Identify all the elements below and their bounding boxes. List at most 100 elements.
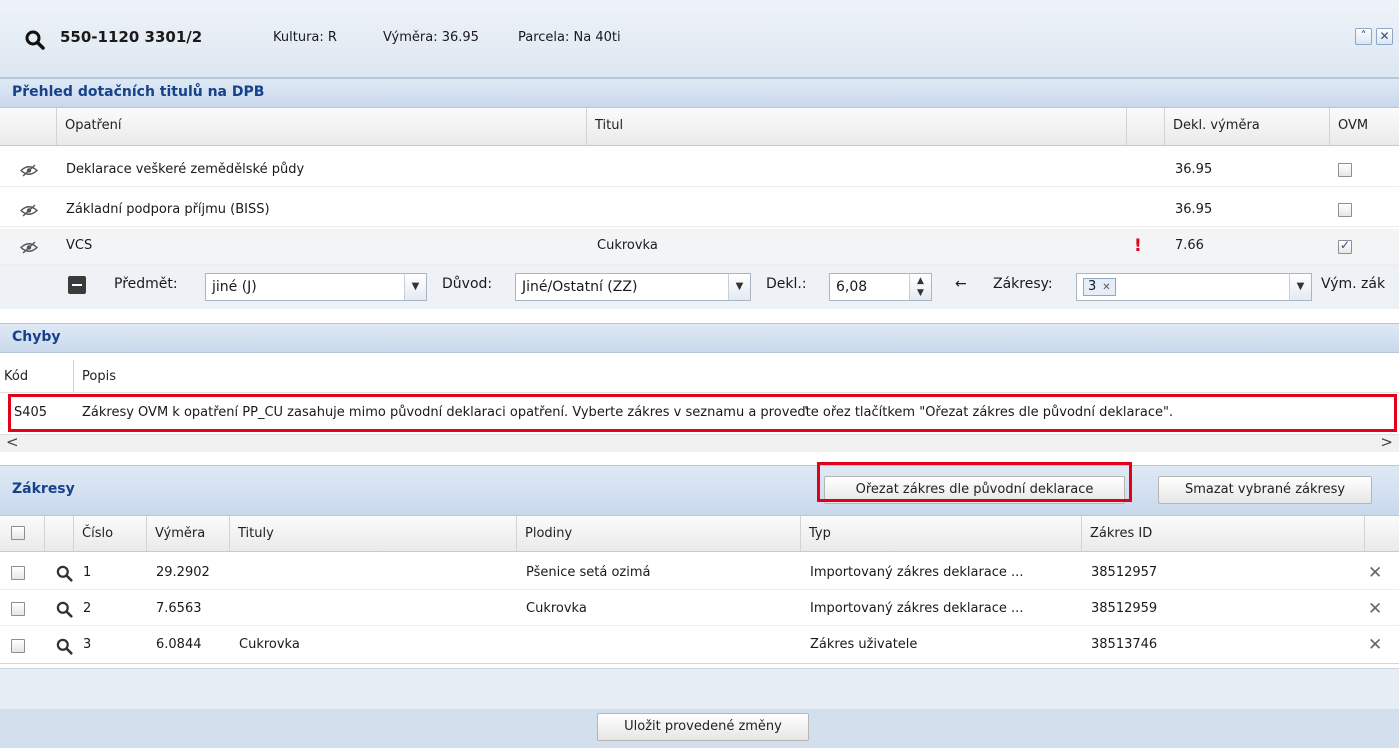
vym-zak-label: Vým. zák xyxy=(1321,276,1386,292)
dotace-section-header: Přehled dotačních titulů na DPB xyxy=(0,78,1399,108)
search-icon[interactable] xyxy=(56,638,73,655)
dekl-spinner[interactable]: 6,08 ▲ ▼ xyxy=(829,273,932,301)
cell-typ: Importovaný zákres deklarace ... xyxy=(810,565,1024,580)
horizontal-scrollbar[interactable]: < > xyxy=(0,433,1399,452)
scroll-left-icon[interactable]: < xyxy=(6,433,19,451)
row-checkbox[interactable] xyxy=(11,639,25,653)
col-ovm[interactable]: OVM xyxy=(1330,108,1399,145)
col-zakres-id[interactable]: Zákres ID xyxy=(1082,516,1365,551)
cell-vymera: 29.2902 xyxy=(156,565,210,580)
cell-opatreni: Základní podpora příjmu (BISS) xyxy=(66,202,270,217)
chevron-down-icon[interactable]: ▼ xyxy=(404,274,426,300)
spinner-arrows-icon[interactable]: ▲ ▼ xyxy=(909,274,931,300)
arrow-left-icon: ← xyxy=(955,276,967,292)
eye-off-icon[interactable] xyxy=(20,164,38,177)
predmet-combo[interactable]: jiné (J) ▼ xyxy=(205,273,427,301)
search-icon[interactable] xyxy=(56,601,73,618)
cell-opatreni: VCS xyxy=(66,238,93,253)
save-changes-button[interactable]: Uložit provedené změny xyxy=(597,713,809,741)
smazat-zakresy-button[interactable]: Smazat vybrané zákresy xyxy=(1158,476,1372,504)
cell-zakres-id: 38512957 xyxy=(1091,565,1158,580)
col-opatreni[interactable]: Opatření xyxy=(57,108,587,145)
col-select xyxy=(0,516,45,551)
cell-dekl-vymera: 7.66 xyxy=(1175,238,1204,253)
parcel-id: 550-1120 3301/2 xyxy=(60,28,203,46)
row-checkbox[interactable] xyxy=(11,566,25,580)
dotace-grid-header: Opatření Titul Dekl. výměra OVM xyxy=(0,108,1399,146)
col-cislo[interactable]: Číslo xyxy=(74,516,147,551)
cell-zakres-id: 38512959 xyxy=(1091,601,1158,616)
duvod-value: Jiné/Ostatní (ZZ) xyxy=(522,279,638,295)
col-popis[interactable]: Popis xyxy=(74,360,1399,392)
cell-zakres-id: 38513746 xyxy=(1091,637,1158,652)
parcela-info: Parcela: Na 40ti xyxy=(518,30,621,45)
button-highlight-frame xyxy=(817,462,1132,502)
cell-typ: Importovaný zákres deklarace ... xyxy=(810,601,1024,616)
zakresy-tagfield[interactable]: 3 ✕ ▼ xyxy=(1076,273,1312,301)
eye-off-icon[interactable] xyxy=(20,204,38,217)
section-title-dotace: Přehled dotačních titulů na DPB xyxy=(12,84,265,100)
dotace-row[interactable]: Základní podpora příjmu (BISS) 36.95 xyxy=(0,193,1399,227)
delete-icon[interactable]: ✕ xyxy=(1368,556,1382,589)
col-plodiny[interactable]: Plodiny xyxy=(517,516,801,551)
eye-off-icon[interactable] xyxy=(20,241,38,254)
cell-dekl-vymera: 36.95 xyxy=(1175,162,1213,177)
zakresy-grid-header: Číslo Výměra Tituly Plodiny Typ Zákres I… xyxy=(0,516,1399,552)
cell-cislo: 3 xyxy=(83,637,92,652)
cell-vymera: 7.6563 xyxy=(156,601,202,616)
cell-opatreni: Deklarace veškeré zemědělské půdy xyxy=(66,162,305,177)
col-zoom xyxy=(45,516,74,551)
dotace-row[interactable]: Deklarace veškeré zemědělské půdy 36.95 xyxy=(0,153,1399,187)
duvod-combo[interactable]: Jiné/Ostatní (ZZ) ▼ xyxy=(515,273,751,301)
ovm-checkbox[interactable] xyxy=(1338,203,1352,217)
duvod-label: Důvod: xyxy=(442,276,493,292)
col-tituly[interactable]: Tituly xyxy=(230,516,517,551)
ovm-checkbox[interactable] xyxy=(1338,163,1352,177)
col-vymera[interactable]: Výměra xyxy=(147,516,230,551)
zakresy-section-header: Zákresy Ořezat zákres dle původní deklar… xyxy=(0,465,1399,516)
section-title-chyby: Chyby xyxy=(12,329,61,345)
dotace-row-selected[interactable]: VCS Cukrovka ! 7.66 xyxy=(0,229,1399,265)
cell-plodiny: Pšenice setá ozimá xyxy=(526,565,651,580)
collapse-minus-icon[interactable] xyxy=(68,276,86,294)
delete-icon[interactable]: ✕ xyxy=(1368,592,1382,625)
zakres-row[interactable]: 2 7.6563 Cukrovka Importovaný zákres dek… xyxy=(0,592,1399,626)
chyby-section-header: Chyby xyxy=(0,323,1399,353)
search-icon[interactable] xyxy=(25,30,45,50)
dekl-value: 6,08 xyxy=(836,279,868,295)
chevron-down-icon[interactable]: ▼ xyxy=(1289,274,1311,300)
chyby-grid-header: Kód Popis xyxy=(0,360,1399,393)
cell-plodiny: Cukrovka xyxy=(526,601,587,616)
col-typ[interactable]: Typ xyxy=(801,516,1082,551)
col-dekl-vymera[interactable]: Dekl. výměra xyxy=(1165,108,1330,145)
zakres-tag[interactable]: 3 ✕ xyxy=(1083,278,1116,296)
section-title-zakresy: Zákresy xyxy=(12,481,75,497)
delete-icon[interactable]: ✕ xyxy=(1368,628,1382,663)
cell-dekl-vymera: 36.95 xyxy=(1175,202,1213,217)
zakres-row[interactable]: 1 29.2902 Pšenice setá ozimá Importovaný… xyxy=(0,556,1399,590)
search-icon[interactable] xyxy=(56,565,73,582)
col-titul[interactable]: Titul xyxy=(587,108,1127,145)
col-icon xyxy=(0,108,57,145)
chevron-down-icon[interactable]: ▼ xyxy=(728,274,750,300)
scroll-right-icon[interactable]: > xyxy=(1380,433,1393,451)
row-checkbox[interactable] xyxy=(11,602,25,616)
warning-icon: ! xyxy=(1134,236,1142,256)
tag-remove-icon[interactable]: ✕ xyxy=(1102,282,1110,293)
vymera-info: Výměra: 36.95 xyxy=(383,30,479,45)
kultura-info: Kultura: R xyxy=(273,30,337,45)
footer: Uložit provedené změny xyxy=(0,668,1399,748)
zakres-row[interactable]: 3 6.0844 Cukrovka Zákres uživatele 38513… xyxy=(0,628,1399,664)
cell-cislo: 1 xyxy=(83,565,92,580)
close-icon[interactable]: ✕ xyxy=(1376,28,1393,45)
ovm-checkbox[interactable] xyxy=(1338,238,1352,254)
double-chevron-up-icon[interactable]: ˄ xyxy=(1355,28,1372,45)
detail-form: Předmět: jiné (J) ▼ Důvod: Jiné/Ostatní … xyxy=(0,265,1399,309)
select-all-checkbox[interactable] xyxy=(11,526,25,540)
predmet-value: jiné (J) xyxy=(212,279,257,295)
error-highlight-frame xyxy=(8,394,1397,432)
cell-tituly: Cukrovka xyxy=(239,637,300,652)
col-kod[interactable]: Kód xyxy=(0,360,74,392)
cell-titul: Cukrovka xyxy=(597,238,658,253)
window-header: 550-1120 3301/2 Kultura: R Výměra: 36.95… xyxy=(0,0,1399,78)
